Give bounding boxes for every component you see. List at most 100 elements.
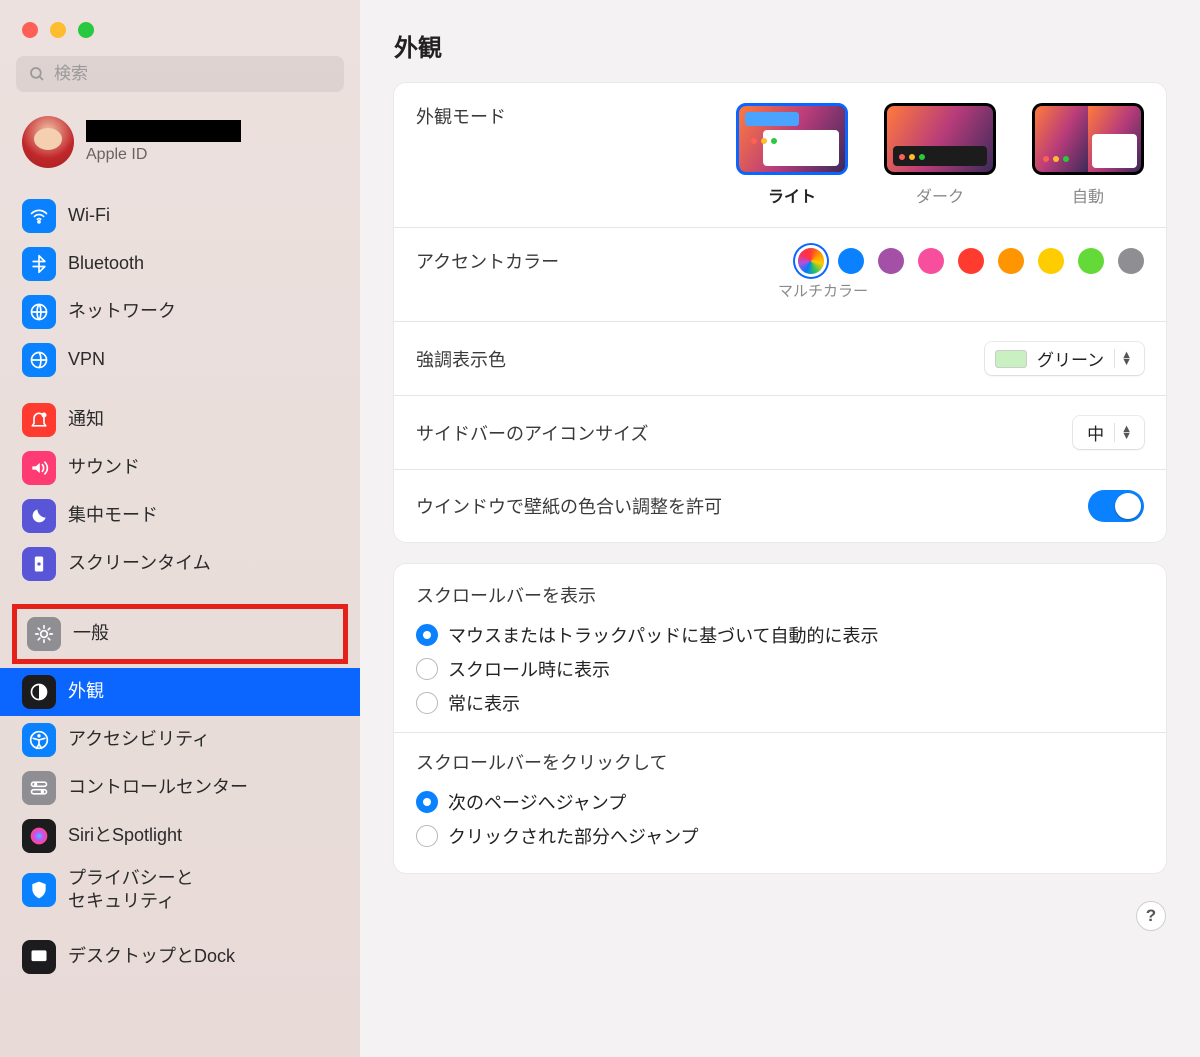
sound-icon bbox=[22, 451, 56, 485]
highlight-color-select[interactable]: グリーン ▲▼ bbox=[985, 342, 1144, 375]
sidebar-item-label: コントロールセンター bbox=[68, 776, 248, 799]
sidebar-item-sound[interactable]: サウンド bbox=[0, 444, 360, 492]
wifi-icon bbox=[22, 199, 56, 233]
sidebar-item-label: VPN bbox=[68, 348, 105, 371]
appearance-icon bbox=[22, 675, 56, 709]
highlight-color-value: グリーン bbox=[1037, 346, 1104, 371]
appearance-mode-option-label: ダーク bbox=[916, 183, 964, 207]
minimize-window-button[interactable] bbox=[50, 22, 66, 38]
sidebar-item-label: 外観 bbox=[68, 680, 104, 703]
window-controls bbox=[0, 14, 360, 56]
sidebar-icon-size-select[interactable]: 中 ▲▼ bbox=[1073, 416, 1144, 449]
scroll-panel: スクロールバーを表示 マウスまたはトラックパッドに基づいて自動的に表示スクロール… bbox=[394, 564, 1166, 873]
network-icon bbox=[22, 295, 56, 329]
sidebar-item-vpn[interactable]: VPN bbox=[0, 336, 360, 384]
close-window-button[interactable] bbox=[22, 22, 38, 38]
sidebar-item-label: プライバシーと セキュリティ bbox=[68, 867, 194, 914]
sidebar-item-screentime[interactable]: スクリーンタイム bbox=[0, 540, 360, 588]
sidebar-item-label: Wi-Fi bbox=[68, 204, 110, 227]
radio-button-icon bbox=[416, 825, 438, 847]
sidebar-icon-size-row: サイドバーのアイコンサイズ 中 ▲▼ bbox=[394, 396, 1166, 470]
search-field[interactable] bbox=[16, 56, 344, 92]
sidebar-item-network[interactable]: ネットワーク bbox=[0, 288, 360, 336]
accent-color-swatch[interactable] bbox=[838, 248, 864, 274]
radio-button-icon bbox=[416, 624, 438, 646]
wallpaper-tint-toggle[interactable] bbox=[1088, 490, 1144, 522]
sidebar-item-label: デスクトップとDock bbox=[68, 945, 235, 968]
wallpaper-tint-row: ウインドウで壁紙の色合い調整を許可 bbox=[394, 470, 1166, 542]
sidebar-item-privacy[interactable]: プライバシーと セキュリティ bbox=[0, 860, 360, 921]
scrollbar-click-option[interactable]: クリックされた部分へジャンプ bbox=[416, 819, 1144, 853]
accent-color-swatch[interactable] bbox=[918, 248, 944, 274]
account-name-redacted bbox=[86, 120, 241, 142]
appearance-mode-option[interactable]: ダーク bbox=[884, 103, 996, 207]
sidebar-item-label: ネットワーク bbox=[68, 300, 176, 323]
sidebar-item-label: サウンド bbox=[68, 456, 140, 479]
accent-color-label: アクセントカラー bbox=[416, 248, 559, 274]
sidebar-item-label: スクリーンタイム bbox=[68, 552, 211, 575]
appearance-mode-option-label: 自動 bbox=[1072, 183, 1104, 207]
highlight-color-label: 強調表示色 bbox=[416, 346, 506, 372]
siri-icon bbox=[22, 819, 56, 853]
focus-icon bbox=[22, 499, 56, 533]
sidebar-item-appearance[interactable]: 外観 bbox=[0, 668, 360, 716]
highlight-color-swatch bbox=[995, 350, 1027, 368]
search-icon bbox=[28, 65, 46, 83]
appearance-mode-row: 外観モード ライト ダーク 自動 bbox=[394, 83, 1166, 228]
control-center-icon bbox=[22, 771, 56, 805]
appearance-mode-option[interactable]: ライト bbox=[736, 103, 848, 207]
search-input[interactable] bbox=[54, 64, 332, 84]
scrollbar-show-option[interactable]: 常に表示 bbox=[416, 686, 1144, 720]
accent-color-swatch[interactable] bbox=[1118, 248, 1144, 274]
scrollbar-show-group: スクロールバーを表示 マウスまたはトラックパッドに基づいて自動的に表示スクロール… bbox=[394, 564, 1166, 873]
sidebar-item-label: Bluetooth bbox=[68, 252, 144, 275]
radio-button-icon bbox=[416, 692, 438, 714]
screentime-icon bbox=[22, 547, 56, 581]
chevron-up-down-icon: ▲▼ bbox=[1114, 423, 1138, 442]
accent-color-row: アクセントカラー マルチカラー bbox=[394, 228, 1166, 322]
sidebar-item-label: 一般 bbox=[73, 622, 109, 645]
sidebar-icon-size-label: サイドバーのアイコンサイズ bbox=[416, 420, 649, 446]
accent-color-swatch[interactable] bbox=[998, 248, 1024, 274]
sidebar-item-bluetooth[interactable]: Bluetooth bbox=[0, 240, 360, 288]
sidebar-item-notifications[interactable]: 通知 bbox=[0, 396, 360, 444]
sidebar-item-siri[interactable]: SiriとSpotlight bbox=[0, 812, 360, 860]
main-content: 外観 外観モード ライト ダーク 自動 アクセントカラー マルチカラー 強調表示色 … bbox=[360, 0, 1200, 1057]
maximize-window-button[interactable] bbox=[78, 22, 94, 38]
appearance-panel: 外観モード ライト ダーク 自動 アクセントカラー マルチカラー 強調表示色 グリー… bbox=[394, 83, 1166, 542]
sidebar-item-control-center[interactable]: コントロールセンター bbox=[0, 764, 360, 812]
bluetooth-icon bbox=[22, 247, 56, 281]
sidebar-item-label: 通知 bbox=[68, 408, 104, 431]
desktop-dock-icon bbox=[22, 940, 56, 974]
scrollbar-show-option-label: 常に表示 bbox=[448, 690, 520, 716]
radio-button-icon bbox=[416, 658, 438, 680]
sidebar-item-accessibility[interactable]: アクセシビリティ bbox=[0, 716, 360, 764]
scrollbar-show-option[interactable]: マウスまたはトラックパッドに基づいて自動的に表示 bbox=[416, 618, 1144, 652]
sidebar-item-focus[interactable]: 集中モード bbox=[0, 492, 360, 540]
sidebar-item-general[interactable]: 一般 bbox=[17, 609, 343, 659]
sidebar-item-wifi[interactable]: Wi-Fi bbox=[0, 192, 360, 240]
sidebar-item-desktop-dock[interactable]: デスクトップとDock bbox=[0, 933, 360, 981]
accent-color-swatch[interactable] bbox=[958, 248, 984, 274]
accent-color-swatch[interactable] bbox=[1038, 248, 1064, 274]
scrollbar-click-option-label: クリックされた部分へジャンプ bbox=[448, 823, 699, 849]
sidebar-item-label: 集中モード bbox=[68, 504, 158, 527]
appearance-mode-option-label: ライト bbox=[768, 183, 816, 207]
vpn-icon bbox=[22, 343, 56, 377]
sidebar-icon-size-value: 中 bbox=[1087, 420, 1104, 445]
accent-color-sublabel: マルチカラー bbox=[778, 280, 868, 301]
appearance-mode-label: 外観モード bbox=[416, 103, 506, 129]
scrollbar-show-option[interactable]: スクロール時に表示 bbox=[416, 652, 1144, 686]
help-button[interactable]: ? bbox=[1136, 901, 1166, 931]
accent-color-swatch[interactable] bbox=[798, 248, 824, 274]
scrollbar-show-option-label: スクロール時に表示 bbox=[448, 656, 610, 682]
scrollbar-click-label: スクロールバーをクリックして bbox=[416, 749, 1144, 775]
accent-color-swatch[interactable] bbox=[878, 248, 904, 274]
accent-color-swatch[interactable] bbox=[1078, 248, 1104, 274]
wallpaper-tint-label: ウインドウで壁紙の色合い調整を許可 bbox=[416, 493, 722, 519]
page-title: 外観 bbox=[394, 28, 1166, 63]
sidebar-scroll[interactable]: Wi-Fi Bluetooth ネットワーク VPN 通知サウンド集中モードスクリーン… bbox=[0, 186, 360, 1057]
apple-id-row[interactable]: Apple ID bbox=[0, 106, 360, 186]
scrollbar-click-option[interactable]: 次のページへジャンプ bbox=[416, 785, 1144, 819]
appearance-mode-option[interactable]: 自動 bbox=[1032, 103, 1144, 207]
